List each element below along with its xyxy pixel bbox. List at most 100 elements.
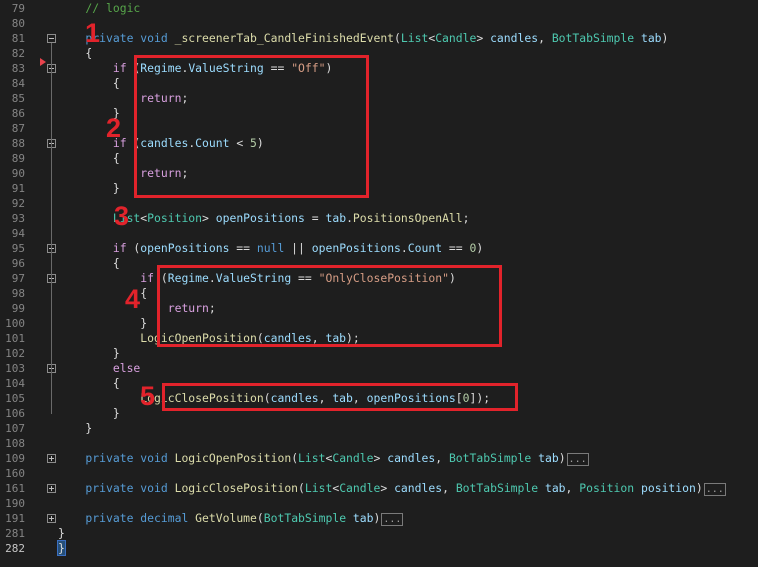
line-code[interactable]: else [58,361,140,376]
annotation-box-5 [162,383,518,411]
expand-region-icon[interactable] [47,454,56,463]
expand-region-icon[interactable] [47,484,56,493]
code-token: candles [387,451,436,465]
code-line[interactable]: 82 { [0,46,758,61]
code-token: candles [490,31,539,45]
collapsed-region-marker[interactable]: ... [566,453,589,466]
code-token: Candle [435,31,477,45]
code-line[interactable]: 109 private void LogicOpenPosition(List<… [0,451,758,466]
line-number: 103 [5,362,25,375]
line-code[interactable]: // logic [58,1,140,16]
code-line[interactable]: 84 { [0,76,758,91]
editor-bottom-bar [0,556,758,567]
code-line[interactable]: 282} [0,540,758,556]
line-code[interactable]: { [58,376,120,391]
code-line[interactable]: 191 private decimal GetVolume(BotTabSimp… [0,511,758,526]
expand-region-icon[interactable] [47,514,56,523]
code-token: Position [147,211,203,225]
code-line[interactable]: 83 if (Regime.ValueString == "Off") [0,61,758,76]
matched-brace: } [57,540,66,556]
line-code[interactable]: { [58,256,120,271]
code-line[interactable]: 160 [0,466,758,481]
line-number: 94 [11,227,25,240]
line-number: 81 [11,32,25,45]
code-token: openPositions [311,241,401,255]
line-number: 106 [5,407,25,420]
code-token: , [442,481,456,495]
line-code[interactable]: } [58,421,92,436]
code-token: Position [579,481,635,495]
code-token: LogicClosePosition [174,481,299,495]
line-code[interactable]: } [58,181,120,196]
fold-guide-line [51,148,52,189]
code-line[interactable]: 107 } [0,421,758,436]
code-token: decimal [140,511,189,525]
fold-guide-line [51,283,52,324]
code-token: BotTabSimple [448,451,532,465]
line-code[interactable]: } [57,540,66,556]
line-number: 87 [11,122,25,135]
code-token: void [140,451,168,465]
line-code[interactable]: } [58,316,147,331]
code-line[interactable]: 281} [0,526,758,541]
line-code[interactable]: if (openPositions == null || openPositio… [58,241,483,256]
line-code[interactable]: { [58,151,120,166]
code-token: else [58,361,141,375]
line-number: 108 [5,437,25,450]
line-code[interactable]: } [58,346,120,361]
line-code[interactable]: { [58,46,92,61]
code-token: tab [352,511,374,525]
code-line[interactable]: 161 private void LogicClosePosition(List… [0,481,758,496]
line-number: 86 [11,107,25,120]
code-line[interactable]: 85 return; [0,91,758,106]
collapse-region-icon[interactable] [47,34,56,43]
code-token: Count [407,241,443,255]
code-line[interactable]: 89 { [0,151,758,166]
line-number: 88 [11,137,25,150]
code-token: tab [640,31,662,45]
code-line[interactable]: 190 [0,496,758,511]
line-code[interactable]: private void _screenerTab_CandleFinished… [58,31,668,46]
code-token: { [58,151,120,165]
line-code[interactable]: private void LogicOpenPosition(List<Cand… [58,451,589,466]
collapsed-region-marker[interactable]: ... [703,483,726,496]
code-editor[interactable]: 79 // logic 80 81 private void _screenerTa… [0,0,758,567]
code-line[interactable]: 102 } [0,346,758,361]
line-number: 101 [5,332,25,345]
line-number: 105 [5,392,25,405]
line-code[interactable]: } [58,526,65,541]
code-token: BotTabSimple [551,31,635,45]
code-token: ( [298,481,305,495]
code-line[interactable]: 95 if (openPositions == null || openPosi… [0,241,758,256]
code-line[interactable]: 80 [0,16,758,31]
line-code[interactable]: private void LogicClosePosition(List<Can… [58,481,726,496]
code-token: ; [462,211,470,225]
code-line[interactable]: 90 return; [0,166,758,181]
line-number: 97 [11,272,25,285]
code-line[interactable]: 91 } [0,181,758,196]
code-token: . [346,211,353,225]
code-line[interactable]: 79 // logic [0,1,758,16]
code-token: = [304,211,326,225]
code-token: if [58,271,155,285]
code-line[interactable]: 103 else [0,361,758,376]
code-token: private [58,511,134,525]
line-code[interactable]: } [58,406,120,421]
line-number: 190 [5,497,25,510]
line-number: 89 [11,152,25,165]
code-token: ) [476,241,484,255]
code-token: || [284,241,312,255]
code-line[interactable]: 108 [0,436,758,451]
code-token: BotTabSimple [263,511,347,525]
line-code[interactable]: private decimal GetVolume(BotTabSimple t… [58,511,404,526]
line-number: 91 [11,182,25,195]
annotation-number-2: 2 [106,113,122,143]
line-code[interactable]: { [58,76,120,91]
code-token: { [58,46,93,60]
collapsed-region-marker[interactable]: ... [381,513,404,526]
line-number: 83 [11,62,25,75]
code-line[interactable]: 81 private void _screenerTab_CandleFinis… [0,31,758,46]
